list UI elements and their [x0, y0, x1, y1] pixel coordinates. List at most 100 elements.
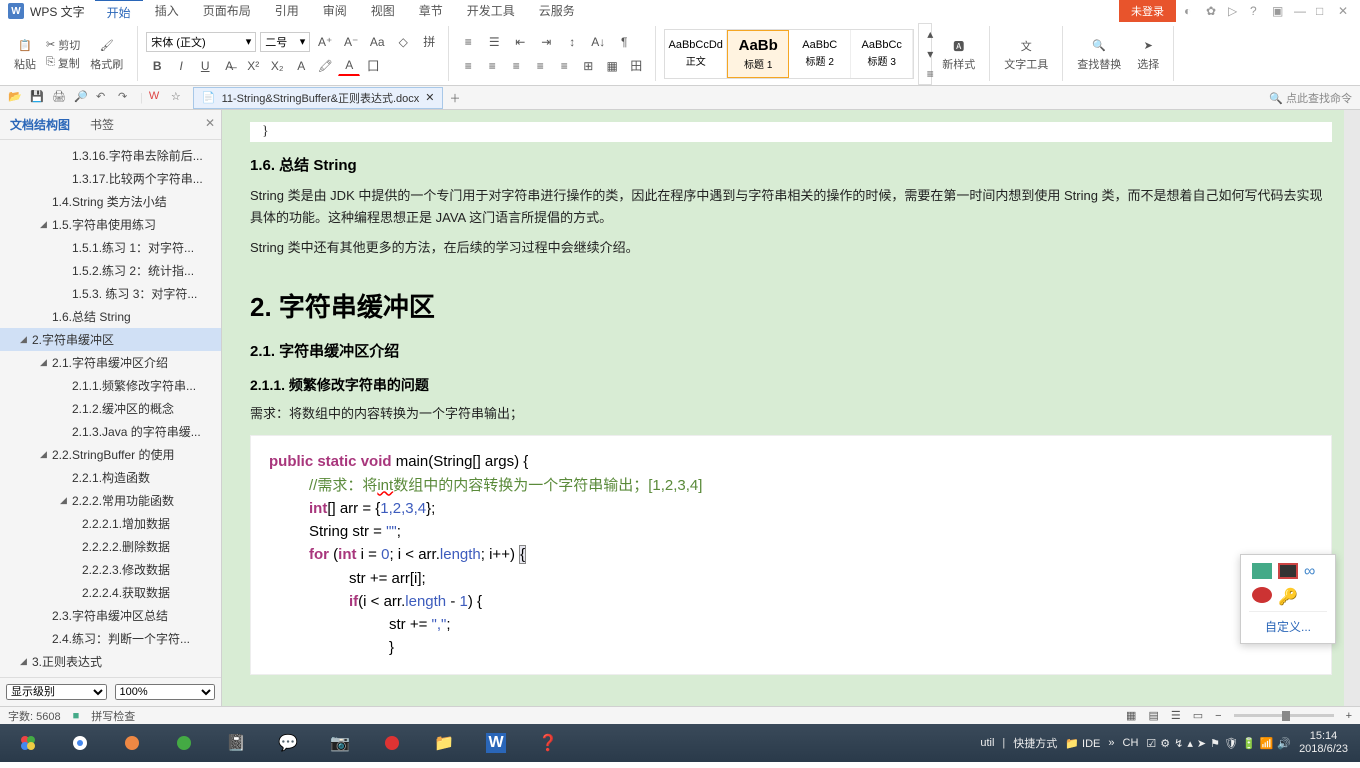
sidebar-close-icon[interactable]: ✕	[199, 110, 221, 139]
outline-item[interactable]: 1.6.总结 String	[0, 305, 221, 328]
tab-page-layout[interactable]: 页面布局	[191, 0, 263, 24]
sidebar-tab-outline[interactable]: 文档结构图	[0, 110, 80, 139]
zoom-in-icon[interactable]: +	[1346, 710, 1352, 722]
outline-item[interactable]: ◢2.字符串缓冲区	[0, 328, 221, 351]
cut-button[interactable]: ✂剪切	[46, 37, 80, 53]
font-color-button[interactable]: A	[338, 56, 360, 76]
tray-cursor-icon[interactable]: ➤	[1197, 737, 1206, 750]
outline-item[interactable]: ◢2.2.StringBuffer 的使用	[0, 443, 221, 466]
help-task-icon[interactable]: ❓	[524, 726, 572, 760]
tab-view[interactable]: 视图	[359, 0, 407, 24]
tray-expand-icon[interactable]: »	[1108, 737, 1114, 749]
open-icon[interactable]: 📂	[8, 90, 24, 106]
underline-button[interactable]: U	[194, 56, 216, 76]
borders-button[interactable]: 田	[625, 56, 647, 76]
spell-check[interactable]: 拼写检查	[91, 708, 135, 724]
view-web-icon[interactable]: ☰	[1171, 709, 1181, 722]
firefox-icon[interactable]	[108, 726, 156, 760]
font-name-select[interactable]: 宋体 (正文)▾	[146, 32, 256, 52]
tab-insert[interactable]: 插入	[143, 0, 191, 24]
word-count[interactable]: 字数: 5608	[8, 708, 61, 724]
tray-util[interactable]: util	[980, 737, 994, 749]
sort-button[interactable]: A↓	[587, 32, 609, 52]
select-button[interactable]: ➤选择	[1131, 34, 1165, 74]
clock[interactable]: 15:14 2018/6/23	[1299, 730, 1348, 756]
outline-item[interactable]: 1.5.3. 练习 3：对字符...	[0, 282, 221, 305]
print-preview-icon[interactable]: 🔎	[74, 90, 90, 106]
new-style-button[interactable]: 🅰新样式	[936, 34, 981, 74]
tray-flag-icon[interactable]: ⚑	[1210, 737, 1220, 750]
sidebar-tab-bookmarks[interactable]: 书签	[80, 110, 124, 139]
search-commands[interactable]: 🔍 点此查找命令	[1269, 90, 1352, 106]
tray-icon[interactable]: ☑	[1146, 737, 1156, 750]
tray-up-icon[interactable]: ▴	[1187, 737, 1193, 750]
outline-item[interactable]: ◢2.2.2.常用功能函数	[0, 489, 221, 512]
text-effects-button[interactable]: A	[290, 56, 312, 76]
tab-cloud[interactable]: 云服务	[527, 0, 587, 24]
key-icon[interactable]: 🔑	[1278, 587, 1298, 603]
help-icon[interactable]: ?	[1250, 4, 1264, 18]
outline-item[interactable]: ◢1.5.字符串使用练习	[0, 213, 221, 236]
decrease-indent-button[interactable]: ⇤	[509, 32, 531, 52]
explorer-icon[interactable]: 📁	[420, 726, 468, 760]
line-spacing-button[interactable]: ↕	[561, 32, 583, 52]
tray-network-icon[interactable]: 📶	[1260, 737, 1274, 750]
maximize-icon[interactable]: □	[1316, 4, 1330, 18]
outline-item[interactable]: 1.5.1.练习 1：对字符...	[0, 236, 221, 259]
outline-item[interactable]: 2.2.1.构造函数	[0, 466, 221, 489]
increase-font-icon[interactable]: A⁺	[314, 32, 336, 52]
outline-item[interactable]: ◢2.1.字符串缓冲区介绍	[0, 351, 221, 374]
justify-button[interactable]: ≡	[529, 56, 551, 76]
style-gallery[interactable]: AaBbCcDd正文 AaBb标题 1 AaBbC标题 2 AaBbCc标题 3	[664, 29, 914, 79]
tab-stops-button[interactable]: ⊞	[577, 56, 599, 76]
skin-icon[interactable]: ◐	[1184, 4, 1198, 18]
align-center-button[interactable]: ≡	[481, 56, 503, 76]
outline-item[interactable]: 2.2.2.4.获取数据	[0, 581, 221, 604]
change-case-icon[interactable]: Aa	[366, 32, 388, 52]
notes-icon[interactable]: 📓	[212, 726, 260, 760]
view-outline-icon[interactable]: ▤	[1148, 709, 1158, 722]
ribbon-toggle-icon[interactable]: ▣	[1272, 4, 1286, 18]
outline-item[interactable]: 1.3.17.比较两个字符串...	[0, 167, 221, 190]
bullets-button[interactable]: ≡	[457, 32, 479, 52]
undo-icon[interactable]: ↶	[96, 90, 112, 106]
strike-button[interactable]: A̶	[218, 56, 240, 76]
new-tab-icon[interactable]: ＋	[449, 90, 465, 106]
italic-button[interactable]: I	[170, 56, 192, 76]
zoom-out-icon[interactable]: −	[1215, 710, 1221, 722]
camera-icon[interactable]: 📷	[316, 726, 364, 760]
outline-item[interactable]: 2.1.2.缓冲区的概念	[0, 397, 221, 420]
redo-icon[interactable]: ↷	[118, 90, 134, 106]
monitor-icon[interactable]	[1252, 563, 1272, 579]
align-right-button[interactable]: ≡	[505, 56, 527, 76]
chrome-icon[interactable]	[56, 726, 104, 760]
outline-item[interactable]: 1.5.2.练习 2：统计指...	[0, 259, 221, 282]
outline-item[interactable]: 2.3.字符串缓冲区总结	[0, 604, 221, 627]
copy-button[interactable]: ⎘复制	[46, 55, 80, 71]
tab-review[interactable]: 审阅	[311, 0, 359, 24]
char-border-button[interactable]: 囗	[362, 56, 384, 76]
align-left-button[interactable]: ≡	[457, 56, 479, 76]
ime-indicator[interactable]: CH	[1123, 737, 1139, 749]
shading-button[interactable]: ▦	[601, 56, 623, 76]
numbering-button[interactable]: ☰	[483, 32, 505, 52]
superscript-button[interactable]: X²	[242, 56, 264, 76]
zoom-slider[interactable]	[1234, 714, 1334, 717]
tray-ide-folder[interactable]: 📁 IDE	[1065, 737, 1100, 750]
tab-chapter[interactable]: 章节	[407, 0, 455, 24]
netease-icon[interactable]	[368, 726, 416, 760]
increase-indent-button[interactable]: ⇥	[535, 32, 557, 52]
style-heading1[interactable]: AaBb标题 1	[727, 30, 789, 78]
bold-button[interactable]: B	[146, 56, 168, 76]
outline-item[interactable]: 2.2.2.1.增加数据	[0, 512, 221, 535]
minimize-icon[interactable]: —	[1294, 4, 1308, 18]
show-marks-button[interactable]: ¶	[613, 32, 635, 52]
link-icon[interactable]: ∞	[1304, 563, 1324, 579]
outline-item[interactable]: 2.2.2.2.删除数据	[0, 535, 221, 558]
document-area[interactable]: } 1.6. 总结 String String 类是由 JDK 中提供的一个专门…	[222, 110, 1360, 706]
login-badge[interactable]: 未登录	[1119, 0, 1176, 22]
outline-item[interactable]: 2.1.3.Java 的字符串缓...	[0, 420, 221, 443]
view-read-icon[interactable]: ▭	[1193, 709, 1203, 722]
tab-references[interactable]: 引用	[263, 0, 311, 24]
outline-item[interactable]: 2.4.练习：判断一个字符...	[0, 627, 221, 650]
